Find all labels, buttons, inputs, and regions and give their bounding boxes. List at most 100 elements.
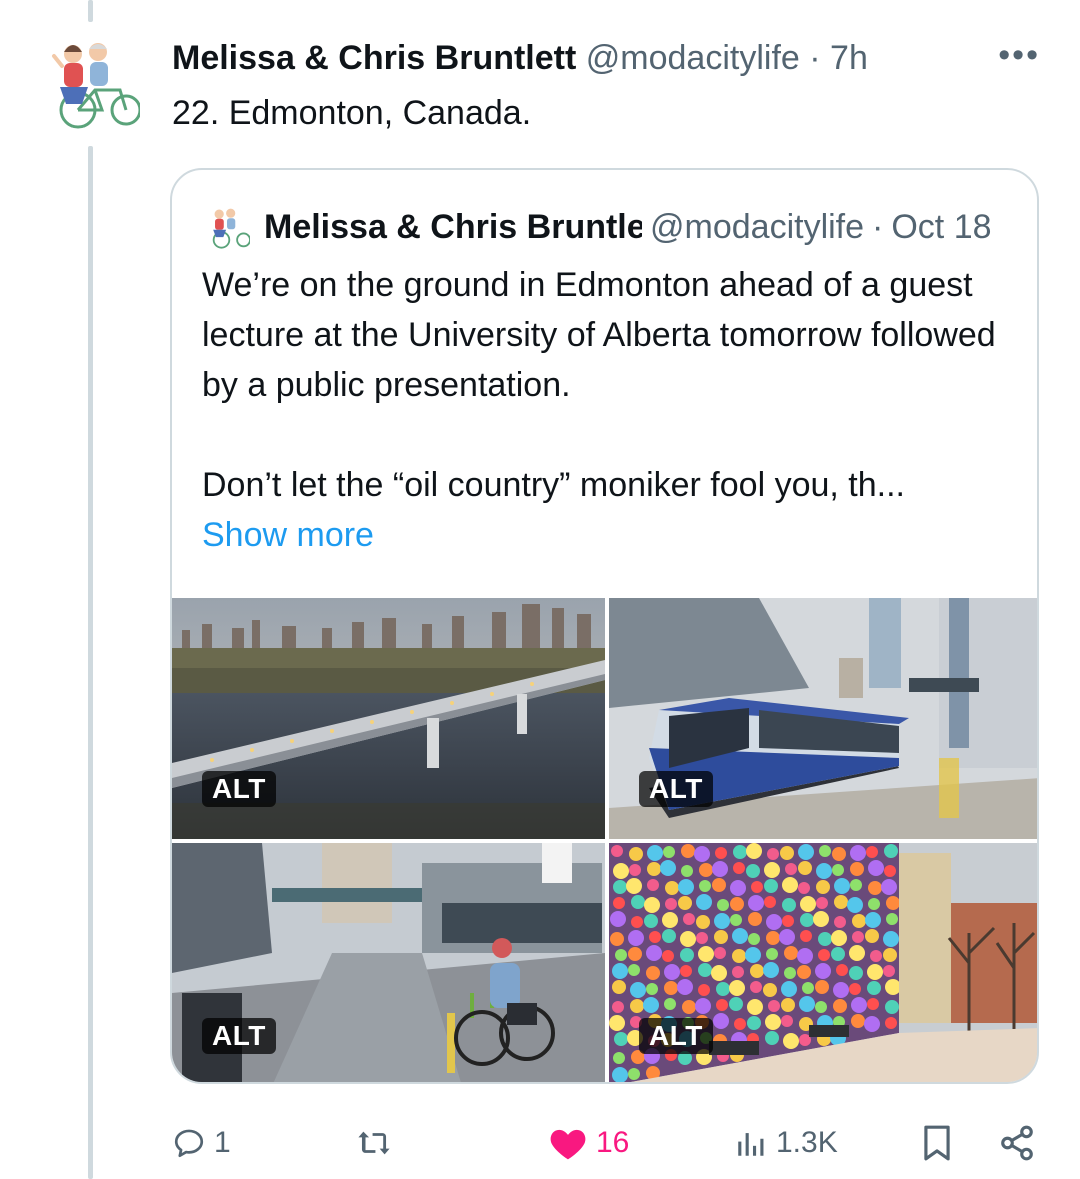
mural-dot [867,998,879,1010]
mural-dot [610,932,624,946]
mural-dot [884,865,896,877]
author-handle[interactable]: @modacitylife [586,39,800,77]
mural-dot [750,964,764,978]
media-image-train[interactable]: ALT [609,598,1037,839]
mural-dot [643,997,659,1013]
avatar[interactable] [40,32,142,132]
mural-dot [649,931,661,943]
mural-dot [816,863,832,879]
mural-dot [662,912,678,928]
repost-icon [358,1131,390,1155]
mural-dot [665,898,677,910]
thread-line-top [88,0,93,22]
mural-dot [612,963,628,979]
mural-dot [781,998,795,1012]
mural-dot [782,877,798,893]
mural-dot [852,914,866,928]
mural-dot [831,930,847,946]
mural-dot [800,896,816,912]
mural-dot [681,844,695,858]
mural-dot [664,998,676,1010]
mural-dot [683,913,695,925]
show-more-link[interactable]: Show more [202,516,374,554]
mural-dot [816,897,828,909]
mural-dot [865,912,881,928]
media-image-bikelane[interactable]: ALT [172,843,605,1082]
mural-dot [714,947,726,959]
views-button[interactable]: 1.3K [734,1118,838,1168]
mural-dot [815,980,829,994]
mural-dot [783,1033,799,1049]
share-icon [1001,1125,1033,1161]
mural-dot [746,864,760,878]
mural-dot [764,879,778,893]
mural-dot [612,980,626,994]
mural-dot [664,964,680,980]
quoted-tweet[interactable]: Melissa & Chris Bruntlett @modacitylife … [170,168,1039,1084]
mural-dot [680,965,692,977]
mural-dot [834,916,846,928]
alt-badge[interactable]: ALT [202,1018,276,1054]
mural-dot [763,962,779,978]
mural-dot [885,1017,897,1029]
bookmark-button[interactable] [920,1118,954,1168]
mural-dot [644,914,658,928]
mural-dot [610,911,626,927]
mural-dot [696,894,712,910]
like-button[interactable]: 16 [548,1118,629,1168]
alt-badge[interactable]: ALT [202,771,276,807]
mural-dot [613,880,627,894]
mural-dot [768,1000,780,1012]
mural-dot [711,965,727,981]
alt-badge[interactable]: ALT [639,771,713,807]
quote-separator: · [872,208,884,246]
mural-dot [850,845,866,861]
mural-dot [662,950,674,962]
reply-button[interactable]: 1 [172,1118,231,1168]
mural-dot [883,948,897,962]
mural-dot [611,845,623,857]
mural-dot [695,998,711,1014]
mural-dot [764,862,780,878]
mural-dot [734,1018,746,1030]
mural-dot [628,964,640,976]
repost-button[interactable] [356,1118,400,1168]
mural-dot [615,949,627,961]
mural-dot [819,845,831,857]
mural-dot [833,982,849,998]
share-button[interactable] [998,1118,1036,1168]
mural-dot [767,848,779,860]
mural-dot [850,862,864,876]
mural-dot [733,845,747,859]
quote-author-handle[interactable]: @modacitylife [650,205,864,249]
quote-avatar[interactable] [204,204,250,250]
mural-dot [849,983,861,995]
quoted-tweet-header: Melissa & Chris Bruntlett @modacitylife … [204,204,1007,250]
mural-dot [682,1000,696,1014]
author-name[interactable]: Melissa & Chris Bruntlett [172,39,576,77]
mural-dot [662,929,676,943]
quote-author-name[interactable]: Melissa & Chris Bruntlett [264,205,642,249]
mural-dot [852,931,864,943]
quote-time[interactable]: Oct 18 [891,205,991,249]
mural-dot [629,864,641,876]
alt-badge[interactable]: ALT [639,1018,713,1054]
mural-dot [766,948,778,960]
media-image-mural[interactable]: ALT [609,843,1037,1082]
more-icon[interactable]: ••• [998,36,1040,75]
mural-dot [713,1013,729,1029]
mural-dot [765,1014,781,1030]
mural-dot [612,1067,628,1082]
tweet-time[interactable]: 7h [830,39,868,77]
mural-dot [765,1031,779,1045]
media-image-bridge[interactable]: ALT [172,598,605,839]
mural-dot [613,1052,625,1064]
mural-dot [851,997,867,1013]
mural-dot [868,860,884,876]
mural-dot [798,861,812,875]
media-grid: ALT ALT ALT ALT [172,598,1037,1082]
mural-dot [631,916,643,928]
mural-dot [665,881,679,895]
mural-dot [881,879,897,895]
mural-dot [780,846,794,860]
